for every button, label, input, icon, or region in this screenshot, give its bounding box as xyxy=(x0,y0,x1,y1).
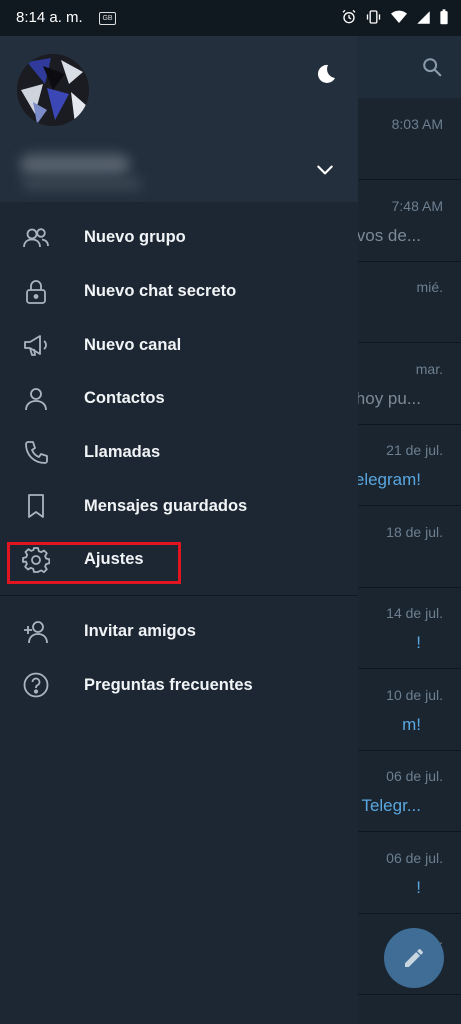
chat-time: 10 de jul. xyxy=(386,686,443,703)
search-icon[interactable] xyxy=(421,56,443,78)
menu-item-new-group[interactable]: Nuevo grupo xyxy=(0,211,358,265)
status-time: 8:14 a. m. xyxy=(16,9,83,26)
gb-icon: GB xyxy=(99,12,116,25)
menu-label: Invitar amigos xyxy=(84,622,196,641)
chat-preview: hoy pu... xyxy=(355,388,421,408)
chat-preview: ! xyxy=(416,877,421,897)
battery-icon xyxy=(440,9,448,25)
menu-label: Contactos xyxy=(84,389,165,408)
status-bar: 8:14 a. m. GB xyxy=(0,0,461,36)
wifi-icon xyxy=(391,10,407,23)
menu-item-saved-messages[interactable]: Mensajes guardados xyxy=(0,479,358,533)
chat-time: 06 de jul. xyxy=(386,768,443,784)
person-icon xyxy=(22,385,50,413)
chat-time: 14 de jul. xyxy=(386,605,443,621)
alarm-icon xyxy=(342,9,356,24)
menu-item-new-channel[interactable]: Nuevo canal xyxy=(0,318,358,372)
chat-time: 7:48 AM xyxy=(391,197,443,214)
menu-label: Nuevo canal xyxy=(84,335,182,354)
vibrate-icon xyxy=(366,10,381,24)
chat-preview: ! xyxy=(416,633,421,652)
account-phone-blurred xyxy=(22,178,142,190)
help-icon xyxy=(22,671,50,699)
chat-time: mié. xyxy=(416,279,443,295)
add-person-icon xyxy=(22,618,50,646)
menu-item-faq[interactable]: Preguntas frecuentes xyxy=(0,659,358,713)
account-name-blurred xyxy=(20,154,130,176)
chat-time: 06 de jul. xyxy=(386,849,443,866)
night-mode-icon[interactable] xyxy=(313,62,337,86)
group-icon xyxy=(22,224,50,252)
menu-item-calls[interactable]: Llamadas xyxy=(0,426,358,480)
chat-preview: m! xyxy=(402,714,421,734)
chat-preview: Telegr... xyxy=(361,796,421,815)
menu-label: Llamadas xyxy=(84,443,161,462)
chat-time: 21 de jul. xyxy=(386,442,443,458)
compose-button[interactable] xyxy=(384,928,444,988)
signal-icon xyxy=(417,10,430,24)
menu-item-secret-chat[interactable]: Nuevo chat secreto xyxy=(0,265,358,319)
chat-preview: vos de... xyxy=(356,225,421,245)
lock-icon xyxy=(22,278,50,306)
chat-time: 18 de jul. xyxy=(386,523,443,540)
avatar[interactable] xyxy=(17,54,89,126)
menu-label: Nuevo grupo xyxy=(84,228,186,247)
chat-time: mar. xyxy=(415,360,443,377)
chevron-down-icon[interactable] xyxy=(315,160,335,180)
chat-time: 8:03 AM xyxy=(391,116,443,132)
drawer-menu: Nuevo grupo Nuevo chat secreto Nuevo can… xyxy=(0,211,358,712)
menu-item-contacts[interactable]: Contactos xyxy=(0,372,358,426)
drawer-header xyxy=(0,36,358,202)
phone-icon xyxy=(22,439,50,467)
menu-label: Mensajes guardados xyxy=(84,496,248,515)
pencil-icon xyxy=(405,949,423,967)
menu-label: Nuevo chat secreto xyxy=(84,282,237,301)
divider xyxy=(0,594,358,596)
menu-label: Preguntas frecuentes xyxy=(84,675,253,694)
bookmark-icon xyxy=(22,492,50,520)
settings-highlight-box xyxy=(7,542,181,584)
navigation-drawer: Nuevo grupo Nuevo chat secreto Nuevo can… xyxy=(0,36,358,1024)
menu-item-invite-friends[interactable]: Invitar amigos xyxy=(0,605,358,659)
megaphone-icon xyxy=(22,331,50,359)
